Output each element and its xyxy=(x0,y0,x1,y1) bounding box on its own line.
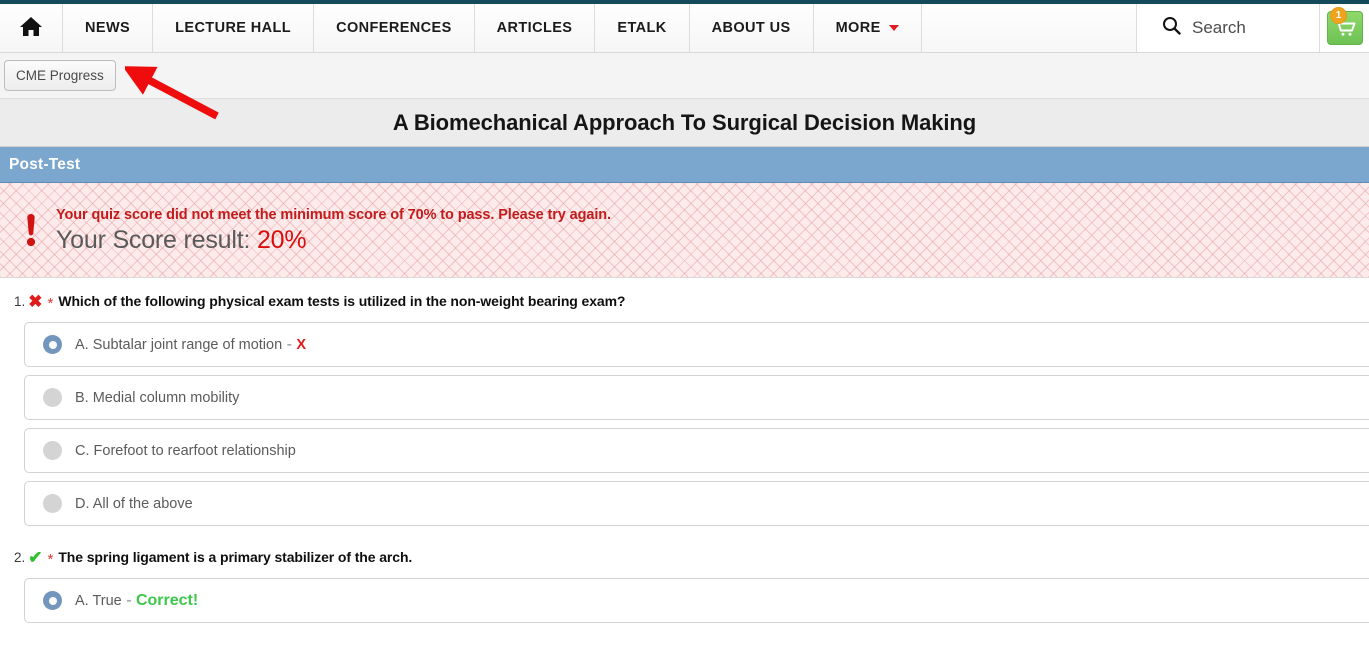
answer-label: A. True xyxy=(75,592,122,609)
answer-label: C. Forefoot to rearfoot relationship xyxy=(75,442,296,459)
score-alert: Your quiz score did not meet the minimum… xyxy=(0,183,1369,278)
answer-options: A. True - Correct! xyxy=(0,578,1369,623)
nav-item-conferences[interactable]: CONFERENCES xyxy=(314,4,475,52)
question-text: Which of the following physical exam tes… xyxy=(58,293,626,309)
answer-option[interactable]: A. Subtalar joint range of motion - X xyxy=(24,322,1369,367)
required-marker: * xyxy=(47,295,54,312)
question-block: 1. ✖ * Which of the following physical e… xyxy=(0,292,1369,526)
cart-button[interactable]: 1 xyxy=(1320,4,1369,52)
score-alert-body: Your quiz score did not meet the minimum… xyxy=(56,205,611,255)
nav-item-etalk[interactable]: ETALK xyxy=(595,4,690,52)
nav-label: MORE xyxy=(835,20,881,36)
check-mark-icon: ✔ xyxy=(28,548,43,567)
cart-badge: 1 xyxy=(1330,7,1347,24)
question-block: 2. ✔ * The spring ligament is a primary … xyxy=(0,548,1369,623)
question-header: 2. ✔ * The spring ligament is a primary … xyxy=(0,548,1369,568)
nav-label: CONFERENCES xyxy=(336,20,452,36)
score-alert-message: Your quiz score did not meet the minimum… xyxy=(56,207,611,223)
question-text: The spring ligament is a primary stabili… xyxy=(58,549,413,565)
cme-progress-button[interactable]: CME Progress xyxy=(4,60,116,91)
radio-button[interactable] xyxy=(43,388,62,407)
nav-item-more[interactable]: MORE xyxy=(813,4,922,52)
main-navigation: NEWS LECTURE HALL CONFERENCES ARTICLES E… xyxy=(0,4,1369,53)
answer-option[interactable]: B. Medial column mobility xyxy=(24,375,1369,420)
nav-item-lecture-hall[interactable]: LECTURE HALL xyxy=(153,4,315,52)
score-result-line: Your Score result: 20% xyxy=(56,226,611,255)
x-mark-icon: ✖ xyxy=(28,292,43,311)
answer-label: B. Medial column mobility xyxy=(75,389,240,406)
chevron-down-icon xyxy=(888,25,899,31)
home-icon xyxy=(19,16,43,41)
nav-label: ETALK xyxy=(617,20,667,36)
nav-item-about-us[interactable]: ABOUT US xyxy=(689,4,814,52)
answer-label: D. All of the above xyxy=(75,495,193,512)
question-header: 1. ✖ * Which of the following physical e… xyxy=(0,292,1369,312)
answer-feedback: X xyxy=(296,336,307,353)
answer-option[interactable]: D. All of the above xyxy=(24,481,1369,526)
question-number: 1. xyxy=(14,294,26,309)
search-input[interactable]: Search xyxy=(1137,4,1320,52)
question-number: 2. xyxy=(14,550,26,565)
search-placeholder: Search xyxy=(1192,18,1246,37)
secondary-toolbar: CME Progress xyxy=(0,53,1369,120)
navbar-spacer xyxy=(921,4,1137,52)
radio-button-selected[interactable] xyxy=(43,335,62,354)
nav-label: ARTICLES xyxy=(496,20,573,36)
search-icon xyxy=(1162,16,1181,40)
course-title-bar: A Biomechanical Approach To Surgical Dec… xyxy=(0,99,1369,147)
nav-label: NEWS xyxy=(85,20,131,36)
radio-button-selected[interactable] xyxy=(43,591,62,610)
nav-item-articles[interactable]: ARTICLES xyxy=(474,4,596,52)
nav-item-news[interactable]: NEWS xyxy=(63,4,154,52)
section-header-post-test: Post-Test xyxy=(0,147,1369,183)
answer-option[interactable]: A. True - Correct! xyxy=(24,578,1369,623)
answer-label: A. Subtalar joint range of motion xyxy=(75,336,283,353)
required-marker: * xyxy=(47,551,54,568)
score-result-value: 20% xyxy=(256,226,307,254)
nav-home-button[interactable] xyxy=(0,4,63,52)
exclamation-icon xyxy=(18,213,44,247)
nav-label: ABOUT US xyxy=(711,20,791,36)
radio-button[interactable] xyxy=(43,441,62,460)
page-title: A Biomechanical Approach To Surgical Dec… xyxy=(392,109,977,135)
radio-button[interactable] xyxy=(43,494,62,513)
answer-feedback: Correct! xyxy=(135,591,199,609)
section-title: Post-Test xyxy=(9,155,81,173)
answer-options: A. Subtalar joint range of motion - X B.… xyxy=(0,322,1369,526)
nav-label: LECTURE HALL xyxy=(175,20,292,36)
answer-option[interactable]: C. Forefoot to rearfoot relationship xyxy=(24,428,1369,473)
score-result-label: Your Score result: xyxy=(56,226,251,254)
questions-list: 1. ✖ * Which of the following physical e… xyxy=(0,278,1369,623)
